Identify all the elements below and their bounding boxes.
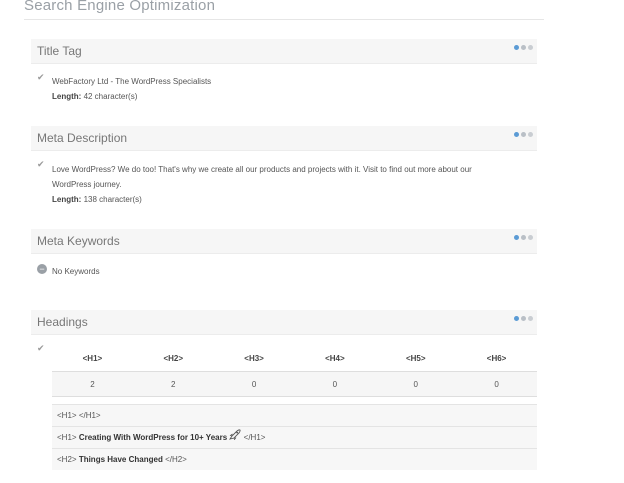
check-icon: ✔ bbox=[37, 343, 45, 353]
close-icon[interactable] bbox=[528, 132, 533, 137]
meta-description-line1: Love WordPress? We do too! That's why we… bbox=[52, 165, 472, 174]
check-icon: ✔ bbox=[37, 159, 45, 169]
headings-count-table: <H1> <H2> <H3> <H4> <H5> <H6> 2 2 0 0 0 … bbox=[52, 346, 537, 397]
title-tag-heading: Title Tag bbox=[37, 44, 82, 58]
settings-icon[interactable] bbox=[521, 132, 526, 137]
collapse-icon[interactable] bbox=[514, 45, 519, 50]
close-icon[interactable] bbox=[528, 316, 533, 321]
title-tag-value: WebFactory Ltd - The WordPress Specialis… bbox=[52, 77, 212, 86]
column-header: <H5> bbox=[375, 346, 457, 372]
page-title: Search Engine Optimization bbox=[24, 0, 216, 14]
heading-list-item: <H1> </H1> bbox=[52, 404, 537, 426]
panel-controls-icon[interactable] bbox=[514, 316, 533, 321]
table-cell: 0 bbox=[456, 371, 537, 397]
panel-controls-icon[interactable] bbox=[514, 132, 533, 137]
column-header: <H2> bbox=[132, 346, 214, 372]
table-cell: 0 bbox=[294, 371, 376, 397]
column-header: <H1> bbox=[52, 346, 133, 372]
headings-heading: Headings bbox=[37, 315, 88, 329]
minus-circle-icon: − bbox=[37, 264, 47, 274]
settings-icon[interactable] bbox=[521, 316, 526, 321]
settings-icon[interactable] bbox=[521, 45, 526, 50]
heading-list-item: <H2> Things Have Changed </H2> bbox=[52, 448, 537, 470]
meta-keywords-value: No Keywords bbox=[52, 267, 100, 276]
title-divider bbox=[24, 19, 544, 20]
column-header: <H6> bbox=[456, 346, 537, 372]
meta-description-content: Love WordPress? We do too! That's why we… bbox=[52, 162, 472, 207]
meta-description-line2: WordPress journey. bbox=[52, 180, 122, 189]
meta-description-heading: Meta Description bbox=[37, 131, 128, 145]
close-icon[interactable] bbox=[528, 45, 533, 50]
table-cell: 2 bbox=[132, 371, 214, 397]
rocket-icon bbox=[229, 427, 241, 449]
meta-keywords-panel-header: Meta Keywords bbox=[31, 229, 537, 254]
title-tag-panel-header: Title Tag bbox=[31, 39, 537, 64]
table-header-row: <H1> <H2> <H3> <H4> <H5> <H6> bbox=[52, 346, 537, 372]
table-cell: 2 bbox=[52, 371, 133, 397]
collapse-icon[interactable] bbox=[514, 132, 519, 137]
meta-keywords-heading: Meta Keywords bbox=[37, 234, 120, 248]
title-tag-length: Length: 42 character(s) bbox=[52, 92, 138, 101]
title-tag-content: WebFactory Ltd - The WordPress Specialis… bbox=[52, 74, 211, 104]
table-row: 2 2 0 0 0 0 bbox=[52, 371, 537, 397]
meta-description-panel-header: Meta Description bbox=[31, 126, 537, 151]
check-icon: ✔ bbox=[37, 72, 45, 82]
settings-icon[interactable] bbox=[521, 235, 526, 240]
table-cell: 0 bbox=[213, 371, 295, 397]
collapse-icon[interactable] bbox=[514, 316, 519, 321]
headings-panel-header: Headings bbox=[31, 310, 537, 335]
column-header: <H4> bbox=[294, 346, 376, 372]
panel-controls-icon[interactable] bbox=[514, 235, 533, 240]
panel-controls-icon[interactable] bbox=[514, 45, 533, 50]
column-header: <H3> bbox=[213, 346, 295, 372]
close-icon[interactable] bbox=[528, 235, 533, 240]
collapse-icon[interactable] bbox=[514, 235, 519, 240]
heading-list-item: <H1> Creating With WordPress for 10+ Yea… bbox=[52, 426, 537, 448]
meta-description-length: Length: 138 character(s) bbox=[52, 195, 142, 204]
table-cell: 0 bbox=[375, 371, 457, 397]
